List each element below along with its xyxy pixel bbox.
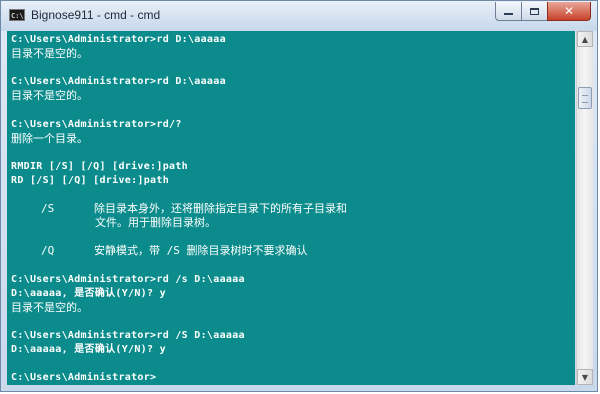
console-line: 删除一个目录。 — [11, 131, 88, 145]
scroll-down-button[interactable]: ▼ — [577, 369, 593, 385]
console-line: C:\Users\Administrator>rd/? — [11, 118, 182, 130]
window-title: Bignose911 - cmd - cmd — [31, 8, 161, 22]
console-output[interactable]: C:\Users\Administrator>rd D:\aaaaa 目录不是空的… — [7, 31, 575, 385]
window-controls: ✕ — [495, 2, 591, 21]
console-line: D:\aaaaa, 是否确认(Y/N)? y — [11, 287, 166, 299]
console-blank-line — [11, 315, 347, 329]
vertical-scrollbar[interactable]: ▲ ▼ — [576, 31, 593, 385]
grip-icon — [582, 95, 588, 103]
console-line: 文件。用于删除目录树。 — [95, 216, 216, 230]
minimize-icon — [504, 13, 513, 15]
console-line: 目录不是空的。 — [11, 300, 88, 314]
console-line: C:\Users\Administrator> — [11, 372, 157, 384]
console-blank-line — [11, 230, 347, 244]
console-blank-line — [11, 357, 347, 371]
console-blank-line — [11, 146, 347, 160]
maximize-icon — [530, 7, 539, 15]
console-blank-line — [11, 188, 347, 202]
scrollbar-thumb[interactable] — [578, 87, 592, 109]
console-blank-line — [11, 103, 347, 117]
title-bar[interactable]: C:\ Bignose911 - cmd - cmd ✕ — [1, 1, 597, 31]
console-line: RMDIR [/S] [/Q] [drive:]path — [11, 160, 188, 172]
console-lines: C:\Users\Administrator>rd D:\aaaaa 目录不是空的… — [11, 33, 347, 385]
close-icon: ✕ — [563, 4, 575, 18]
console-line: C:\Users\Administrator>rd /s D:\aaaaa — [11, 273, 245, 285]
console-line: 目录不是空的。 — [11, 89, 88, 103]
maximize-button[interactable] — [521, 2, 547, 21]
console-line: C:\Users\Administrator>rd D:\aaaaa — [11, 76, 226, 88]
console-blank-line — [11, 61, 347, 75]
console-line: /Q 安静模式，带 /S 删除目录树时不要求确认 — [41, 244, 308, 258]
console-line: D:\aaaaa, 是否确认(Y/N)? y — [11, 344, 166, 356]
console-line: /S 除目录本身外，还将删除指定目录下的所有子目录和 — [41, 202, 347, 216]
console-blank-line — [11, 259, 347, 273]
console-line: C:\Users\Administrator>rd D:\aaaaa — [11, 34, 226, 45]
arrow-down-icon: ▼ — [581, 372, 589, 382]
close-button[interactable]: ✕ — [547, 2, 591, 21]
minimize-button[interactable] — [495, 2, 521, 21]
console-line: C:\Users\Administrator>rd /S D:\aaaaa — [11, 329, 245, 341]
console-line: 目录不是空的。 — [11, 47, 88, 61]
arrow-up-icon: ▲ — [581, 34, 589, 44]
cmd-window: C:\ Bignose911 - cmd - cmd ✕ C:\Users\Ad… — [0, 0, 598, 392]
console-line: RD [/S] [/Q] [drive:]path — [11, 174, 170, 186]
cmd-app-icon[interactable]: C:\ — [9, 9, 25, 21]
scroll-up-button[interactable]: ▲ — [577, 31, 593, 47]
